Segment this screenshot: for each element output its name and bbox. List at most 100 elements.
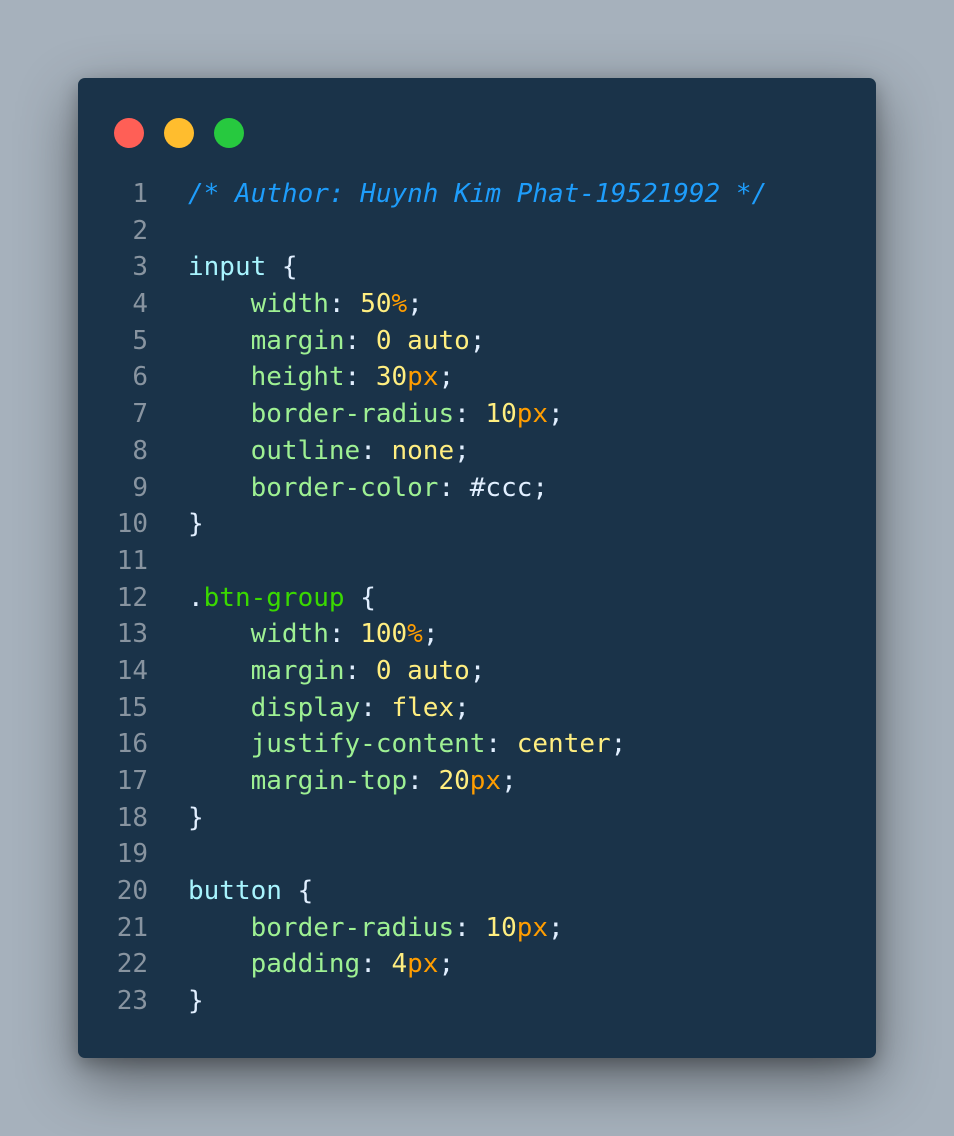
code-token-value: 10 <box>485 399 517 430</box>
code-token-punctuation: : <box>454 912 486 943</box>
line-number: 4 <box>132 289 148 320</box>
line-number: 15 <box>116 692 148 723</box>
code-token-property: width <box>188 619 329 650</box>
code-line: 21 border-radius: 10px; <box>78 910 876 947</box>
code-token-value: 10 <box>485 912 517 943</box>
code-token-punctuation: : <box>328 289 361 320</box>
code-token-punctuation: ; <box>438 362 455 393</box>
line-number: 11 <box>116 545 148 576</box>
code-token-class-selector: btn-group <box>203 582 345 613</box>
line-number: 16 <box>116 729 148 760</box>
code-token-property: border-color <box>188 472 439 503</box>
code-text: margin-top: 20px; <box>188 763 517 800</box>
code-text: } <box>188 983 204 1020</box>
code-token-property: justify-content <box>188 729 486 760</box>
code-token-comment: /* Author: Huynh Kim Phat-19521992 */ <box>188 179 768 209</box>
code-token-punctuation: : <box>328 619 361 650</box>
code-line: 3 input { <box>78 249 876 286</box>
code-text: outline: none; <box>188 433 470 470</box>
code-token-value: 100 <box>360 619 408 650</box>
code-line: 18} <box>78 800 876 837</box>
code-line: 15 display: flex; <box>78 690 876 727</box>
code-line: 19 <box>78 836 876 873</box>
line-number: 13 <box>116 619 148 650</box>
code-token-punctuation: : <box>360 435 392 466</box>
code-token-punctuation: ; <box>610 729 627 760</box>
line-number: 21 <box>116 912 148 943</box>
code-token-value: center <box>516 729 611 760</box>
code-line: 4 width: 50%; <box>78 286 876 323</box>
code-text: } <box>188 800 204 837</box>
code-token-property: border-radius <box>188 399 455 430</box>
code-token-punctuation: : <box>407 766 439 796</box>
code-token-unit: px <box>516 399 549 430</box>
code-token-punctuation: ; <box>469 655 486 686</box>
code-text: width: 100%; <box>188 616 439 653</box>
code-line: 11 <box>78 543 876 580</box>
line-number: 23 <box>116 986 148 1017</box>
line-number: 20 <box>116 876 148 907</box>
code-line: 8 outline: none; <box>78 433 876 470</box>
code-text: display: flex; <box>188 690 470 727</box>
line-number: 1 <box>132 179 148 209</box>
code-token-value: flex <box>391 692 455 723</box>
code-text: border-radius: 10px; <box>188 910 564 947</box>
line-number: 17 <box>116 766 148 796</box>
code-line: 5 margin: 0 auto; <box>78 323 876 360</box>
code-block: 1 /* Author: Huynh Kim Phat-19521992 */ 2 3… <box>78 176 876 1020</box>
code-token-punctuation: ; <box>548 912 564 943</box>
code-line: 9 border-color: #ccc; <box>78 470 876 507</box>
code-token-punctuation: : <box>344 362 376 393</box>
line-number: 12 <box>116 582 148 613</box>
code-token-punctuation: { <box>266 252 298 283</box>
code-token-property: height <box>188 362 345 393</box>
line-number: 10 <box>116 509 148 540</box>
code-text: .btn-group { <box>188 580 376 617</box>
close-dot-icon[interactable] <box>114 118 144 148</box>
maximize-dot-icon[interactable] <box>214 118 244 148</box>
code-token-punctuation: } <box>188 986 204 1017</box>
code-text: border-color: #ccc; <box>188 470 548 507</box>
code-line: 1 /* Author: Huynh Kim Phat-19521992 */ <box>78 176 876 213</box>
code-text: /* Author: Huynh Kim Phat-19521992 */ <box>188 176 767 213</box>
line-number: 9 <box>132 472 148 503</box>
code-token-punctuation: ; <box>422 619 439 650</box>
code-token-unit: px <box>516 912 549 943</box>
code-token-punctuation: ; <box>548 399 564 430</box>
code-token-punctuation: : <box>360 949 392 980</box>
code-token-punctuation: ; <box>454 435 470 466</box>
code-token-property: border-radius <box>188 912 455 943</box>
minimize-dot-icon[interactable] <box>164 118 194 148</box>
code-token-value: 0 auto <box>375 325 470 356</box>
code-token-punctuation: } <box>188 509 204 540</box>
line-number: 6 <box>132 362 148 393</box>
code-text: width: 50%; <box>188 286 423 323</box>
code-token-punctuation: ; <box>469 325 486 356</box>
code-token-property: outline <box>188 435 361 466</box>
code-text: justify-content: center; <box>188 726 627 763</box>
code-line: 20 button { <box>78 873 876 910</box>
code-token-unit: % <box>391 289 408 320</box>
line-number: 22 <box>116 949 148 980</box>
code-token-value: 0 auto <box>375 655 470 686</box>
code-token-punctuation: ; <box>407 289 423 320</box>
line-number: 3 <box>132 252 148 283</box>
code-token-property: width <box>188 289 329 320</box>
code-token-punctuation: { <box>281 876 314 907</box>
code-token-punctuation: ; <box>454 692 470 723</box>
code-text: button { <box>188 873 313 910</box>
code-token-selector: button <box>188 876 282 907</box>
code-token-punctuation: . <box>188 582 204 613</box>
code-text: margin: 0 auto; <box>188 653 486 690</box>
code-token-property: margin <box>188 655 345 686</box>
code-token-punctuation: { <box>344 582 376 613</box>
code-token-punctuation: } <box>188 802 204 833</box>
code-line: 13 width: 100%; <box>78 616 876 653</box>
code-token-unit: % <box>407 619 423 650</box>
code-token-value: 50 <box>360 289 392 320</box>
code-text: border-radius: 10px; <box>188 396 564 433</box>
code-token-punctuation: ; <box>501 766 517 796</box>
code-token-value: 20 <box>438 766 470 796</box>
code-text: } <box>188 506 204 543</box>
line-number: 7 <box>132 399 148 430</box>
